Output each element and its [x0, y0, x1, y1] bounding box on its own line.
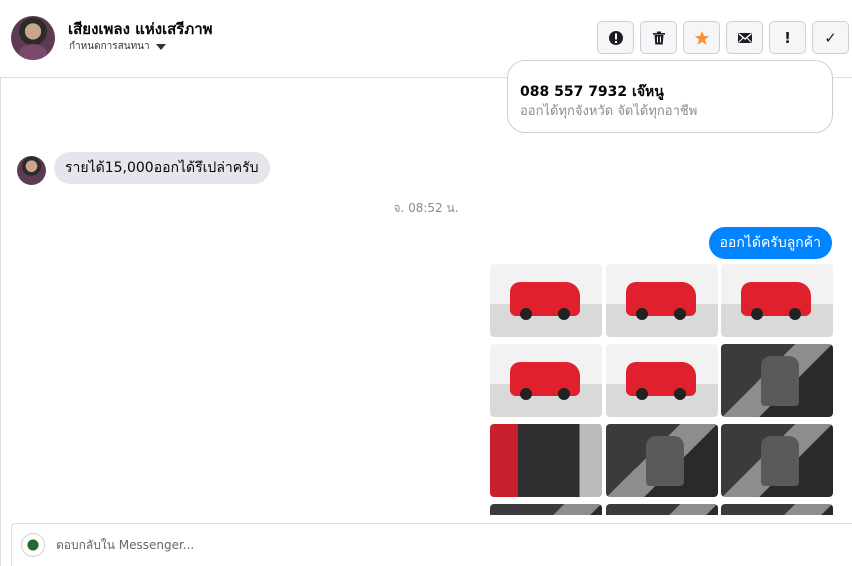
page-logo-icon — [21, 533, 45, 557]
reply-input[interactable] — [56, 535, 816, 555]
conversation-settings-dropdown[interactable]: กำหนดการสนทนา — [69, 39, 166, 54]
done-button[interactable]: ✓ — [812, 21, 849, 54]
photo-thumbnail[interactable] — [721, 504, 833, 515]
photo-thumbnail[interactable] — [605, 344, 718, 417]
photo-thumbnail[interactable] — [490, 344, 602, 417]
mail-button[interactable] — [726, 21, 763, 54]
truck-shape — [510, 282, 580, 320]
photo-thumbnail[interactable] — [721, 424, 833, 497]
trash-icon — [652, 31, 665, 44]
header-actions: ! ✓ — [597, 21, 849, 54]
report-button[interactable] — [597, 21, 634, 54]
photo-grid — [490, 264, 833, 515]
truck-shape — [625, 282, 696, 320]
photo-thumbnail[interactable] — [721, 344, 833, 417]
photo-thumbnail[interactable] — [721, 264, 833, 337]
reply-composer — [11, 523, 852, 566]
exclamation-icon: ! — [784, 28, 791, 47]
photo-thumbnail[interactable] — [605, 504, 718, 515]
exclamation-circle-icon — [608, 30, 623, 45]
contact-avatar[interactable] — [11, 16, 55, 60]
star-button[interactable] — [683, 21, 720, 54]
check-icon: ✓ — [824, 28, 837, 47]
card-subtitle: ออกได้ทุกจังหวัด จัดได้ทุกอาชีพ — [520, 104, 698, 119]
photo-thumbnail[interactable] — [605, 264, 718, 337]
delete-button[interactable] — [640, 21, 677, 54]
seat-shape — [761, 436, 799, 486]
photo-thumbnail[interactable] — [490, 504, 602, 515]
star-icon — [694, 30, 709, 45]
envelope-icon — [737, 32, 752, 43]
conversation-settings-label: กำหนดการสนทนา — [69, 41, 150, 52]
contact-name[interactable]: เสียงเพลง แห่งเสรีภาพ — [68, 17, 213, 41]
contact-card-message: 088 557 7932 เจ๊หนู ออกได้ทุกจังหวัด จัด… — [507, 60, 833, 133]
seat-shape — [645, 436, 684, 486]
photo-thumbnail[interactable] — [490, 424, 602, 497]
outgoing-message: ออกได้ครับลูกค้า — [708, 227, 832, 259]
message-timestamp: จ. 08:52 น. — [393, 201, 459, 215]
seat-shape — [761, 356, 799, 406]
panel-border — [0, 78, 1, 566]
incoming-message: รายได้15,000ออกได้รึเปล่าครับ — [54, 152, 270, 184]
caret-down-icon — [155, 43, 166, 50]
truck-shape — [510, 362, 580, 400]
photo-thumbnail[interactable] — [605, 424, 718, 497]
photo-thumbnail[interactable] — [490, 264, 602, 337]
spam-button[interactable]: ! — [769, 21, 806, 54]
truck-shape — [625, 362, 696, 400]
truck-shape — [741, 282, 811, 320]
sender-avatar[interactable] — [17, 156, 46, 185]
